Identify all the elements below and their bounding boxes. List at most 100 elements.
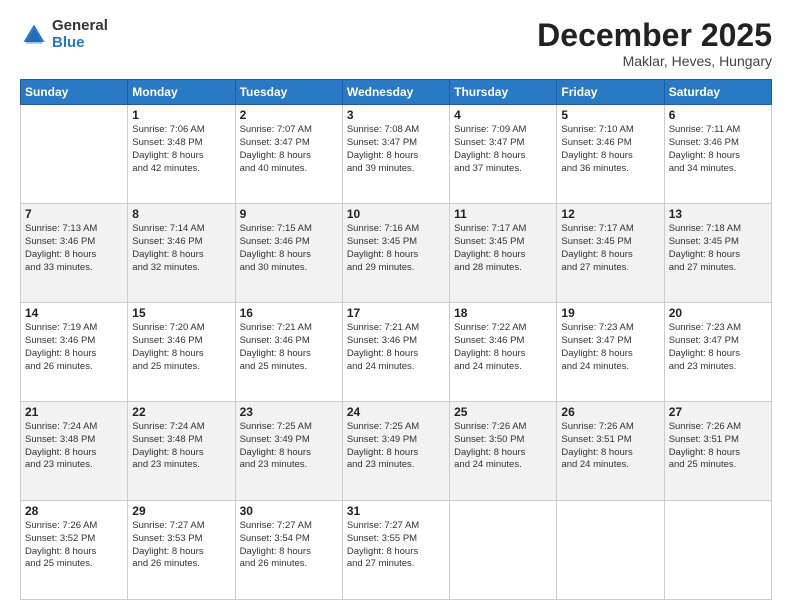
sunset-text: Sunset: 3:47 PM: [669, 335, 739, 346]
daylight-text: Daylight: 8 hoursand 30 minutes.: [240, 249, 311, 273]
day-number: 20: [669, 306, 767, 320]
cell-info: Sunrise: 7:26 AMSunset: 3:50 PMDaylight:…: [454, 421, 552, 472]
sunset-text: Sunset: 3:47 PM: [347, 137, 417, 148]
cell-info: Sunrise: 7:07 AMSunset: 3:47 PMDaylight:…: [240, 124, 338, 175]
daylight-text: Daylight: 8 hoursand 27 minutes.: [347, 546, 418, 570]
table-row: 9Sunrise: 7:15 AMSunset: 3:46 PMDaylight…: [235, 204, 342, 303]
daylight-text: Daylight: 8 hoursand 23 minutes.: [347, 447, 418, 471]
sunset-text: Sunset: 3:45 PM: [669, 236, 739, 247]
sunrise-text: Sunrise: 7:08 AM: [347, 124, 419, 135]
cell-info: Sunrise: 7:21 AMSunset: 3:46 PMDaylight:…: [240, 322, 338, 373]
sunset-text: Sunset: 3:48 PM: [25, 434, 95, 445]
sunset-text: Sunset: 3:50 PM: [454, 434, 524, 445]
table-row: 25Sunrise: 7:26 AMSunset: 3:50 PMDayligh…: [450, 402, 557, 501]
day-number: 18: [454, 306, 552, 320]
cell-info: Sunrise: 7:27 AMSunset: 3:55 PMDaylight:…: [347, 520, 445, 571]
daylight-text: Daylight: 8 hoursand 34 minutes.: [669, 150, 740, 174]
cell-info: Sunrise: 7:27 AMSunset: 3:53 PMDaylight:…: [132, 520, 230, 571]
daylight-text: Daylight: 8 hoursand 24 minutes.: [454, 447, 525, 471]
table-row: 7 Sunrise: 7:13 AM Sunset: 3:46 PM Daylight…: [21, 204, 128, 303]
table-row: [664, 501, 771, 600]
sunset-text: Sunset: 3:46 PM: [25, 236, 95, 247]
cell-info: Sunrise: 7:24 AMSunset: 3:48 PMDaylight:…: [25, 421, 123, 472]
cell-info: Sunrise: 7:15 AMSunset: 3:46 PMDaylight:…: [240, 223, 338, 274]
sunset-text: Sunset: 3:49 PM: [347, 434, 417, 445]
col-tuesday: Tuesday: [235, 80, 342, 105]
calendar-week-row: 14Sunrise: 7:19 AMSunset: 3:46 PMDayligh…: [21, 303, 772, 402]
daylight-text: Daylight: 8 hoursand 26 minutes.: [25, 348, 96, 372]
daylight-text: Daylight: 8 hoursand 36 minutes.: [561, 150, 632, 174]
day-number: 3: [347, 108, 445, 122]
month-title: December 2025: [537, 18, 772, 53]
sunrise-text: Sunrise: 7:23 AM: [561, 322, 633, 333]
col-sunday: Sunday: [21, 80, 128, 105]
table-row: 14Sunrise: 7:19 AMSunset: 3:46 PMDayligh…: [21, 303, 128, 402]
header: General Blue December 2025 Maklar, Heves…: [20, 18, 772, 69]
sunset-text: Sunset: 3:46 PM: [561, 137, 631, 148]
sunset-text: Sunset: 3:45 PM: [561, 236, 631, 247]
daylight-text: Daylight: 8 hoursand 29 minutes.: [347, 249, 418, 273]
sunrise-text: Sunrise: 7:07 AM: [240, 124, 312, 135]
table-row: 24Sunrise: 7:25 AMSunset: 3:49 PMDayligh…: [342, 402, 449, 501]
table-row: 16Sunrise: 7:21 AMSunset: 3:46 PMDayligh…: [235, 303, 342, 402]
table-row: 8Sunrise: 7:14 AMSunset: 3:46 PMDaylight…: [128, 204, 235, 303]
sunrise-text: Sunrise: 7:14 AM: [132, 223, 204, 234]
day-number: 30: [240, 504, 338, 518]
daylight-text: Daylight: 8 hoursand 28 minutes.: [454, 249, 525, 273]
sunrise-text: Sunrise: 7:27 AM: [347, 520, 419, 531]
daylight-text: Daylight: 8 hoursand 33 minutes.: [25, 249, 96, 273]
day-number: 12: [561, 207, 659, 221]
cell-info: Sunrise: 7:16 AMSunset: 3:45 PMDaylight:…: [347, 223, 445, 274]
cell-info: Sunrise: 7:20 AMSunset: 3:46 PMDaylight:…: [132, 322, 230, 373]
sunset-text: Sunset: 3:46 PM: [240, 335, 310, 346]
location-subtitle: Maklar, Heves, Hungary: [537, 53, 772, 69]
cell-info: Sunrise: 7:10 AMSunset: 3:46 PMDaylight:…: [561, 124, 659, 175]
table-row: 11Sunrise: 7:17 AMSunset: 3:45 PMDayligh…: [450, 204, 557, 303]
day-number: 17: [347, 306, 445, 320]
cell-info: Sunrise: 7:23 AMSunset: 3:47 PMDaylight:…: [561, 322, 659, 373]
cell-info: Sunrise: 7:21 AMSunset: 3:46 PMDaylight:…: [347, 322, 445, 373]
cell-info: Sunrise: 7:26 AMSunset: 3:52 PMDaylight:…: [25, 520, 123, 571]
table-row: 26Sunrise: 7:26 AMSunset: 3:51 PMDayligh…: [557, 402, 664, 501]
sunrise-text: Sunrise: 7:09 AM: [454, 124, 526, 135]
logo-general-text: General: [52, 18, 108, 35]
sunrise-text: Sunrise: 7:13 AM: [25, 223, 97, 234]
sunset-text: Sunset: 3:51 PM: [669, 434, 739, 445]
cell-info: Sunrise: 7:17 AMSunset: 3:45 PMDaylight:…: [454, 223, 552, 274]
sunset-text: Sunset: 3:52 PM: [25, 533, 95, 544]
day-number: 7: [25, 207, 123, 221]
cell-info: Sunrise: 7:23 AMSunset: 3:47 PMDaylight:…: [669, 322, 767, 373]
table-row: 10Sunrise: 7:16 AMSunset: 3:45 PMDayligh…: [342, 204, 449, 303]
table-row: 28Sunrise: 7:26 AMSunset: 3:52 PMDayligh…: [21, 501, 128, 600]
table-row: 30Sunrise: 7:27 AMSunset: 3:54 PMDayligh…: [235, 501, 342, 600]
sunrise-text: Sunrise: 7:25 AM: [240, 421, 312, 432]
sunrise-text: Sunrise: 7:26 AM: [561, 421, 633, 432]
day-number: 19: [561, 306, 659, 320]
logo-icon: [20, 21, 48, 49]
cell-info: Sunrise: 7:14 AMSunset: 3:46 PMDaylight:…: [132, 223, 230, 274]
table-row: 22Sunrise: 7:24 AMSunset: 3:48 PMDayligh…: [128, 402, 235, 501]
sunset-text: Sunset: 3:45 PM: [454, 236, 524, 247]
day-number: 6: [669, 108, 767, 122]
sunset-text: Sunset: 3:53 PM: [132, 533, 202, 544]
sunrise-text: Sunrise: 7:18 AM: [669, 223, 741, 234]
table-row: 17 Sunrise: 7:21 AMSunset: 3:46 PMDayligh…: [342, 303, 449, 402]
sunrise-text: Sunrise: 7:26 AM: [25, 520, 97, 531]
table-row: 18 Sunrise: 7:22 AMSunset: 3:46 PMDayligh…: [450, 303, 557, 402]
day-number: 26: [561, 405, 659, 419]
sunrise-text: Sunrise: 7:23 AM: [669, 322, 741, 333]
calendar-week-row: 28Sunrise: 7:26 AMSunset: 3:52 PMDayligh…: [21, 501, 772, 600]
daylight-text: Daylight: 8 hoursand 23 minutes.: [240, 447, 311, 471]
day-number: 1: [132, 108, 230, 122]
col-monday: Monday: [128, 80, 235, 105]
sunset-text: Sunset: 3:45 PM: [347, 236, 417, 247]
logo: General Blue: [20, 18, 108, 51]
sunrise-text: Sunrise: 7:24 AM: [132, 421, 204, 432]
daylight-text: Daylight: 8 hoursand 25 minutes.: [132, 348, 203, 372]
cell-info: Sunrise: 7:24 AMSunset: 3:48 PMDaylight:…: [132, 421, 230, 472]
day-number: 5: [561, 108, 659, 122]
cell-info: Sunrise: 7:22 AMSunset: 3:46 PMDaylight:…: [454, 322, 552, 373]
sunrise-text: Sunrise: 7:20 AM: [132, 322, 204, 333]
sunrise-text: Sunrise: 7:25 AM: [347, 421, 419, 432]
cell-info: Sunrise: 7:25 AMSunset: 3:49 PMDaylight:…: [240, 421, 338, 472]
